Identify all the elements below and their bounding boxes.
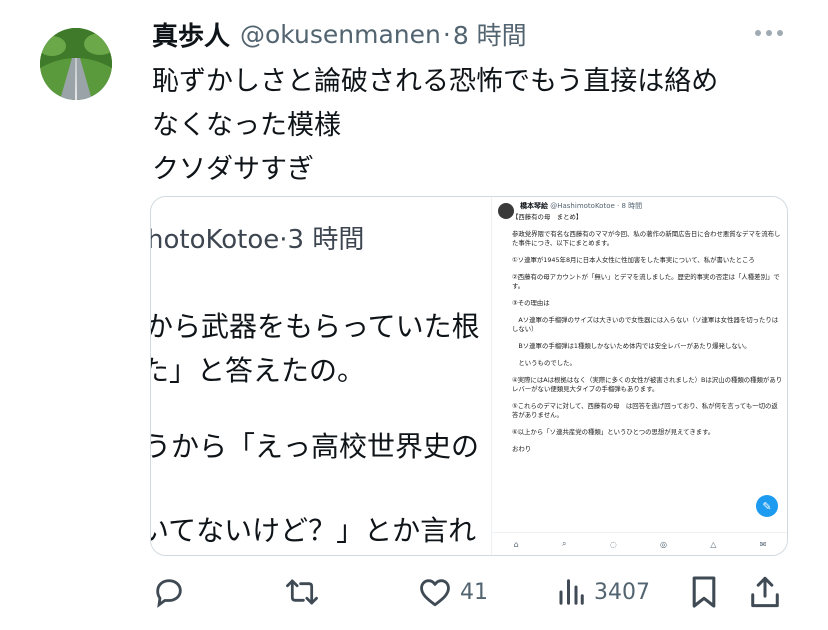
tweet-text-line: 恥ずかしさと論破される恐怖でもう直接は絡め (152, 66, 719, 97)
mini-body: 【西藤有の母 まとめ】 参政党界隈で有名な西藤有のママが今回、私の著作の新聞広告… (512, 213, 784, 462)
reply-button[interactable] (152, 572, 194, 612)
tweet-text-line: クソダサすぎ (152, 154, 314, 185)
mini-paragraph: ③その理由は (512, 299, 550, 307)
mini-search-icon: ⌕ (561, 539, 567, 548)
mini-handle: @HashimotoKotoe · 8 時間 (550, 202, 643, 210)
mini-paragraph: ⑥以上から「ソ連共産党の種類」というひとつの思想が見えてきます。 (512, 428, 715, 436)
user-handle[interactable]: @okusenmanen (240, 20, 441, 49)
separator-dot: · (442, 19, 451, 49)
mini-communities-icon: ◎ (659, 539, 667, 549)
mini-paragraph: Aソ連軍の手榴弾のサイズは大きいので女性器には入らない（ソ連軍は女性器を切ったり… (512, 316, 779, 333)
mini-bell-icon: △ (710, 539, 717, 549)
image-text-line: から武器をもらっていた根 (151, 310, 480, 343)
action-bar: 41 3407 (152, 572, 792, 612)
mini-compose-icon: ✎ (756, 495, 778, 517)
mini-paragraph: 参政党界隈で有名な西藤有のママが今回、私の著作の新聞広告日に合わせ悪質なデマを流… (512, 230, 781, 247)
display-name[interactable]: 真歩人 (152, 16, 230, 53)
tweet-time[interactable]: 8 時間 (453, 16, 527, 52)
reply-icon (152, 575, 186, 609)
mini-nav-bar: ⌂ ⌕ ◌ ◎ △ ✉ (492, 532, 787, 555)
media-gallery: hotoKotoe·3 時間 から武器をもらっていた根 た」と答えたの。 うから… (150, 196, 788, 556)
image-text-line: た」と答えたの。 (151, 354, 366, 387)
tweet-text: 恥ずかしさと論破される恐怖でもう直接は絡め なくなった模様 クソダサすぎ (152, 60, 802, 192)
mini-paragraph: おわり (512, 445, 532, 453)
more-icon[interactable] (752, 18, 786, 48)
mini-paragraph: ⑤これらのデマに対して、西藤有の母 は回答を逃げ回っており、私が何を言っても一切… (512, 402, 778, 419)
attached-image-right[interactable]: 橋本琴絵 @HashimotoKotoe · 8 時間 【西藤有の母 まとめ】 … (491, 197, 787, 555)
avatar[interactable] (40, 28, 112, 100)
share-button[interactable] (750, 572, 780, 612)
mini-paragraph: 【西藤有の母 まとめ】 (512, 213, 583, 221)
mini-mail-icon: ✉ (759, 539, 767, 549)
like-icon (418, 576, 452, 608)
tweet-text-line: なくなった模様 (152, 110, 341, 141)
mini-grok-icon: ◌ (609, 539, 617, 549)
mini-paragraph: ①ソ連軍が1945年8月に日本人女性に性加害をした事実について、私が書いたところ (512, 256, 755, 264)
bookmark-icon (690, 575, 718, 609)
mini-paragraph: ④実際にはAは根拠はなく（実際に多くの女性が被害されました）Bは沢山の種類の種類… (512, 376, 783, 393)
like-button[interactable]: 41 (418, 572, 488, 612)
views-button[interactable]: 3407 (556, 572, 650, 612)
like-count: 41 (460, 579, 488, 605)
mini-paragraph: というものでした。 (512, 359, 576, 367)
bookmark-button[interactable] (690, 572, 718, 612)
mini-author: 橋本琴絵 (520, 202, 548, 210)
retweet-button[interactable] (284, 572, 328, 612)
mini-paragraph: Bソ連軍の手榴弾は1種類しかないため体内では安全レバーがあたり爆発しない。 (512, 342, 751, 350)
image-text-line: hotoKotoe·3 時間 (151, 225, 365, 255)
view-count: 3407 (594, 579, 650, 605)
mini-header: 橋本琴絵 @HashimotoKotoe · 8 時間 (520, 201, 642, 211)
views-icon (556, 577, 586, 607)
image-text-line: うから「えっ高校世界史の (151, 430, 480, 463)
share-icon (750, 575, 780, 609)
attached-image-left[interactable]: hotoKotoe·3 時間 から武器をもらっていた根 た」と答えたの。 うから… (151, 197, 491, 555)
image-text-line: いてないけど？」とか言れ (151, 514, 477, 547)
retweet-icon (284, 575, 320, 609)
tweet-header: 真歩人 @okusenmanen · 8 時間 (152, 16, 527, 52)
mini-paragraph: ②西藤有の母アカウントが「無い」とデマを流しました。歴史的事実の否定は「人種差別… (512, 273, 780, 290)
mini-home-icon: ⌂ (513, 539, 519, 549)
